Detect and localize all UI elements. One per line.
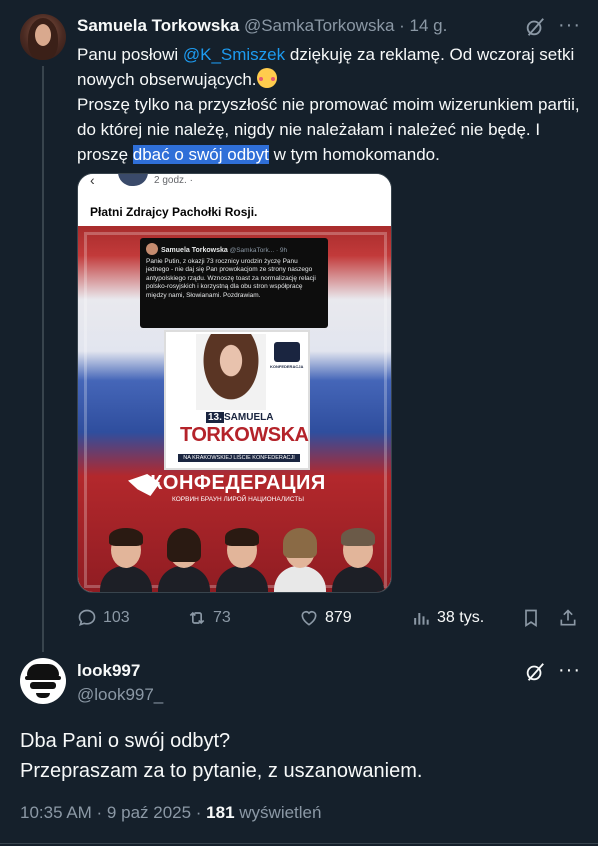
header-separator: · bbox=[399, 16, 405, 35]
screenshot-header: ‹ 2 godz. · Płatni Zdrajcy Pachołki Rosj… bbox=[78, 173, 391, 226]
avatar-visor bbox=[25, 676, 61, 680]
author-avatar[interactable] bbox=[20, 14, 66, 60]
reply-author-handle[interactable]: @look997_ bbox=[77, 685, 163, 705]
tweet-time[interactable]: 14 g. bbox=[410, 16, 448, 35]
reply-author-name[interactable]: look997 bbox=[77, 661, 140, 681]
smiling-face-with-hearts-icon bbox=[256, 68, 277, 88]
chevron-left-icon: ‹ bbox=[90, 173, 95, 188]
reply-icon bbox=[78, 609, 96, 627]
candidate-number: 13. bbox=[206, 412, 224, 423]
reply-count: 103 bbox=[103, 609, 130, 626]
reply-line-1: Dba Pani o swój odbyt? bbox=[20, 730, 231, 752]
candidate-card: KONFEDERACJA 13. SAMUELA TORKOWSKA NA KR… bbox=[164, 330, 310, 470]
politician-photo bbox=[330, 528, 386, 592]
reply-button[interactable]: 103 bbox=[77, 608, 130, 628]
tweet-text-segment: Panu posłowi bbox=[77, 45, 183, 64]
reply-author-avatar[interactable] bbox=[20, 658, 66, 704]
candidate-first-name: SAMUELA bbox=[224, 412, 274, 423]
party-logo-text: KONFEDERACJA bbox=[270, 364, 304, 369]
repost-icon bbox=[189, 611, 205, 625]
tweet-actions: 103 73 879 38 tys. bbox=[77, 608, 582, 632]
divider bbox=[0, 843, 598, 844]
grok-icon[interactable] bbox=[524, 16, 546, 38]
author-handle[interactable]: @SamkaTorkowska bbox=[244, 16, 394, 35]
quoted-tweet-screenshot: Samuela Torkowska @SamkaTork... · 9h Pan… bbox=[140, 238, 328, 328]
share-icon bbox=[560, 609, 576, 626]
tweet-media-image[interactable]: ‹ 2 godz. · Płatni Zdrajcy Pachołki Rosj… bbox=[77, 173, 392, 593]
mention-link[interactable]: @K_Smiszek bbox=[183, 45, 285, 64]
like-count: 879 bbox=[325, 609, 352, 626]
reply-views-label: wyświetleń bbox=[234, 803, 322, 822]
avatar-glasses bbox=[30, 682, 56, 689]
candidate-portrait bbox=[196, 334, 266, 410]
more-options-icon[interactable]: ··· bbox=[558, 659, 581, 682]
tweet-paragraph-1: Panu posłowi @K_Smiszek dziękuję za rekl… bbox=[77, 42, 582, 92]
highlighted-selection: dbać o swój odbyt bbox=[132, 145, 269, 164]
post-time: 2 godz. · bbox=[154, 175, 193, 186]
reply-meta: 10:35 AM · 9 paź 2025 · 181 wyświetleń bbox=[20, 803, 321, 823]
repost-button[interactable]: 73 bbox=[187, 608, 231, 628]
quote-handle: @SamkaTork... · 9h bbox=[229, 247, 288, 254]
reply-timestamp[interactable]: 10:35 AM · 9 paź 2025 · bbox=[20, 803, 206, 822]
politician-photos bbox=[86, 526, 386, 592]
grok-icon[interactable] bbox=[524, 661, 546, 683]
thread-connector bbox=[42, 66, 44, 652]
tweet-text-segment: w tym homokomando. bbox=[268, 145, 440, 164]
candidate-subtitle: NA KRAKOWSKIEJ LIŚCIE KONFEDERACJI bbox=[178, 454, 300, 462]
post-title: Płatni Zdrajcy Pachołki Rosji. bbox=[90, 205, 258, 219]
reply-views-count: 181 bbox=[206, 803, 235, 822]
analytics-icon bbox=[414, 613, 429, 625]
avatar-face bbox=[35, 24, 51, 46]
quote-name: Samuela Torkowska bbox=[161, 247, 228, 254]
politician-photo bbox=[98, 528, 154, 592]
tweet-paragraph-2: Proszę tylko na przyszłość nie promować … bbox=[77, 92, 582, 167]
quote-text: Panie Putin, z okazji 73 rocznicy urodzi… bbox=[146, 257, 316, 299]
reply-text: Dba Pani o swój odbyt? Przepraszam za to… bbox=[20, 726, 580, 786]
reply-line-2: Przepraszam za to pytanie, z uszanowanie… bbox=[20, 760, 423, 782]
brand-subtitle: КОРВИН БРАУН ЛИРОЙ НАЦИОНАЛИСТЫ bbox=[172, 496, 304, 503]
candidate-last-name: TORKOWSKA bbox=[180, 424, 309, 446]
heart-icon bbox=[301, 610, 317, 626]
more-options-icon[interactable]: ··· bbox=[558, 14, 581, 37]
repost-count: 73 bbox=[213, 609, 231, 626]
poster-graphic: Samuela Torkowska @SamkaTork... · 9h Pan… bbox=[78, 226, 391, 592]
author-name[interactable]: Samuela Torkowska bbox=[77, 16, 239, 35]
brand-block: КОНФЕДЕРАЦИЯ КОРВИН БРАУН ЛИРОЙ НАЦИОНАЛ… bbox=[118, 472, 358, 503]
politician-photo bbox=[156, 528, 212, 592]
party-logo-icon bbox=[274, 342, 300, 362]
politician-photo bbox=[272, 528, 328, 592]
tweet-text: Panu posłowi @K_Smiszek dziękuję za rekl… bbox=[77, 42, 582, 167]
politician-photo bbox=[214, 528, 270, 592]
bookmark-button[interactable] bbox=[521, 608, 541, 628]
avatar-mouth bbox=[36, 693, 50, 698]
like-button[interactable]: 879 bbox=[299, 608, 352, 628]
post-avatar bbox=[118, 174, 148, 186]
views-count: 38 tys. bbox=[437, 609, 485, 626]
views-button[interactable]: 38 tys. bbox=[411, 608, 484, 628]
bookmark-icon bbox=[525, 609, 537, 628]
share-button[interactable] bbox=[558, 608, 578, 628]
tweet-header: Samuela Torkowska @SamkaTorkowska · 14 g… bbox=[77, 16, 447, 36]
quote-avatar bbox=[146, 243, 158, 255]
